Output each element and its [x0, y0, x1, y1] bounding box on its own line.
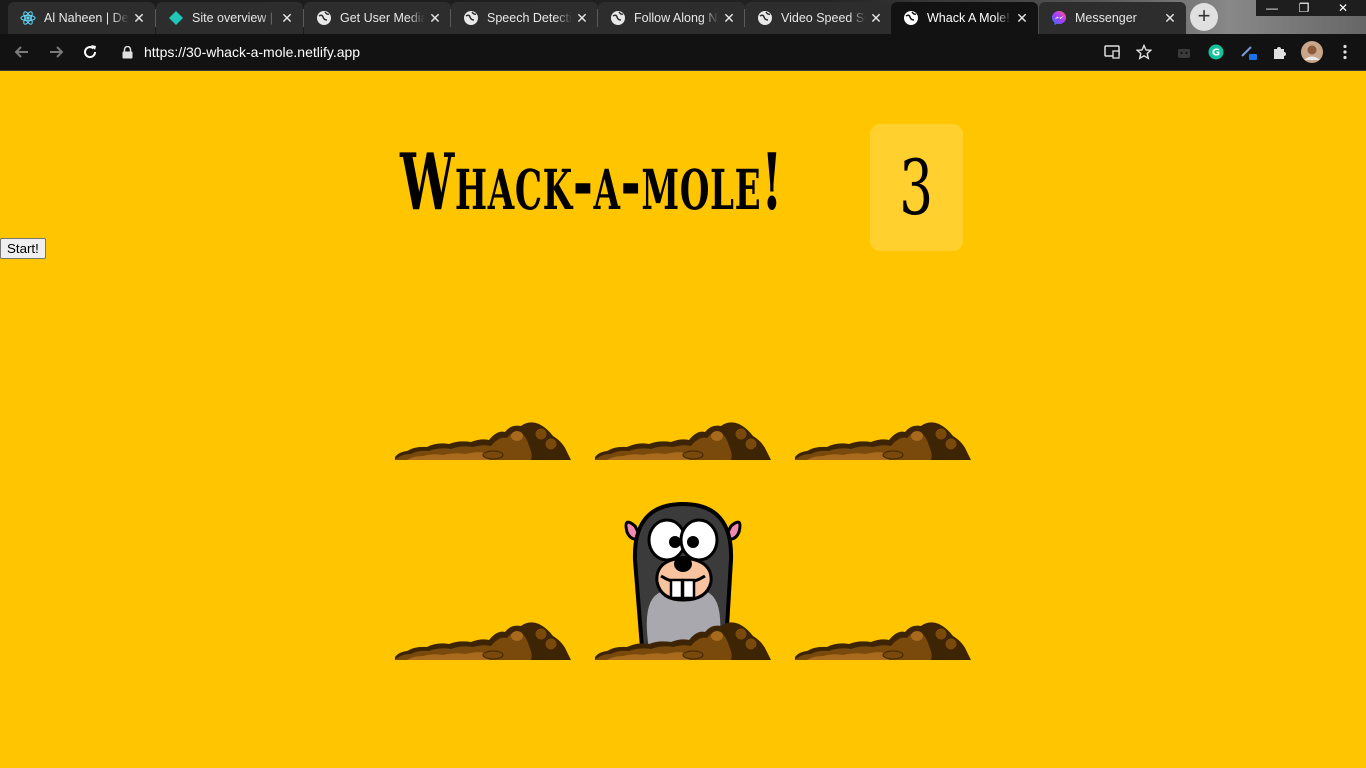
extension-icon[interactable]	[1172, 40, 1196, 64]
tab-title: Al Naheen | Dev	[44, 11, 129, 25]
close-icon[interactable]: ✕	[1012, 8, 1032, 28]
react-icon	[20, 10, 36, 26]
game-title: Whack-a-mole!	[400, 137, 784, 228]
dirt-mound	[395, 622, 571, 660]
hole-1[interactable]	[395, 260, 575, 460]
globe-icon	[316, 10, 332, 26]
forward-icon	[50, 46, 64, 58]
mole-nose	[674, 556, 692, 572]
close-icon[interactable]: ✕	[129, 8, 149, 28]
lock-icon	[120, 45, 134, 59]
close-window-button[interactable]: ✕	[1320, 0, 1366, 16]
new-tab-button[interactable]: +	[1190, 3, 1218, 31]
hole-5[interactable]	[595, 460, 775, 660]
tab-title: Whack A Mole!	[927, 11, 1010, 25]
globe-icon	[903, 10, 919, 26]
mole-pupil-left	[669, 536, 681, 548]
url-text: https://30-whack-a-mole.netlify.app	[144, 44, 361, 60]
back-icon	[14, 46, 28, 58]
tab-get-user-media[interactable]: Get User Media ✕	[304, 2, 451, 34]
tab-speech-detection[interactable]: Speech Detection ✕	[451, 2, 598, 34]
grammarly-icon[interactable]: G	[1204, 40, 1228, 64]
cast-icon[interactable]	[1100, 40, 1124, 64]
dirt-mound	[595, 622, 771, 660]
mole-pupil-right	[687, 536, 699, 548]
close-icon[interactable]: ✕	[1160, 8, 1180, 28]
globe-icon	[757, 10, 773, 26]
tab-title: Site overview |	[192, 11, 274, 25]
tab-title: Follow Along N	[634, 11, 718, 25]
tab-messenger[interactable]: Messenger ✕	[1039, 2, 1186, 34]
globe-icon	[463, 10, 479, 26]
back-button[interactable]	[6, 36, 38, 68]
hole-3[interactable]	[795, 260, 975, 460]
close-icon[interactable]: ✕	[719, 8, 739, 28]
dirt-mound	[595, 422, 771, 460]
tab-strip: Al Naheen | Dev ✕ Site overview | ✕ Get …	[0, 0, 1366, 34]
score-value: 3	[899, 143, 934, 232]
svg-text:G: G	[1212, 48, 1220, 59]
hole-2[interactable]	[595, 260, 775, 460]
tab-title: Speech Detection	[487, 11, 572, 25]
minimize-button[interactable]: —	[1256, 0, 1288, 16]
reload-icon	[84, 45, 97, 59]
hole-6[interactable]	[795, 460, 975, 660]
mole-tooth-right	[681, 578, 696, 600]
mole-tooth-left	[669, 578, 684, 600]
tab-video-speed[interactable]: Video Speed Sc ✕	[745, 2, 892, 34]
tab-al-naheen[interactable]: Al Naheen | Dev ✕	[8, 2, 155, 34]
tab-title: Get User Media	[340, 11, 425, 25]
dirt-mound	[395, 422, 571, 460]
dirt-mound	[795, 622, 971, 660]
toolbar-divider	[0, 70, 1366, 71]
netlify-icon	[168, 10, 184, 26]
menu-icon[interactable]	[1333, 40, 1357, 64]
start-button[interactable]: Start!	[0, 238, 46, 259]
tab-title: Messenger	[1075, 11, 1137, 25]
forward-button[interactable]	[40, 36, 72, 68]
hole-4[interactable]	[395, 460, 575, 660]
messenger-icon	[1051, 10, 1067, 26]
restore-button[interactable]: ❐	[1288, 0, 1320, 16]
globe-icon	[610, 10, 626, 26]
close-icon[interactable]: ✕	[277, 8, 297, 28]
close-icon[interactable]: ✕	[572, 8, 592, 28]
browser-toolbar: https://30-whack-a-mole.netlify.app G	[0, 34, 1366, 70]
window-controls: — ❐ ✕	[1256, 0, 1366, 16]
tab-title: Video Speed Sc	[781, 11, 866, 25]
mole-eye-right	[679, 518, 719, 562]
tab-follow-along[interactable]: Follow Along N ✕	[598, 2, 745, 34]
pen-icon[interactable]	[1236, 40, 1260, 64]
puzzle-icon[interactable]	[1268, 40, 1292, 64]
star-icon[interactable]	[1132, 40, 1156, 64]
address-bar[interactable]: https://30-whack-a-mole.netlify.app	[110, 38, 1160, 66]
close-icon[interactable]: ✕	[425, 8, 445, 28]
dirt-mound	[795, 422, 971, 460]
tab-whack-a-mole[interactable]: Whack A Mole! ✕	[891, 2, 1038, 34]
score-display: 3	[870, 124, 963, 251]
tab-site-overview[interactable]: Site overview | ✕	[156, 2, 303, 34]
avatar[interactable]	[1300, 40, 1324, 64]
reload-button[interactable]	[74, 36, 106, 68]
close-icon[interactable]: ✕	[866, 8, 886, 28]
